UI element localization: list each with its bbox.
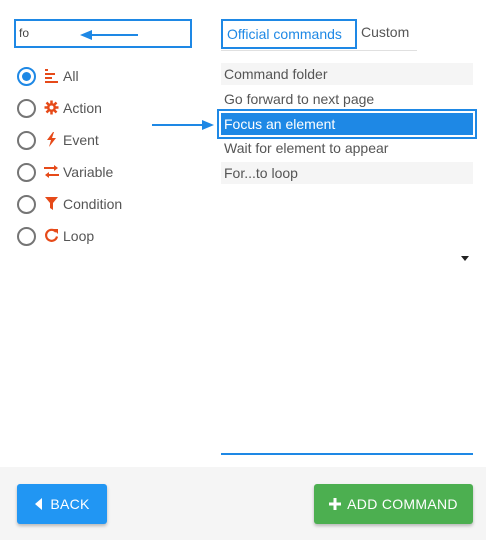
filter-label-loop: Loop (63, 228, 95, 244)
back-button-label: BACK (50, 496, 90, 512)
filter-label-all: All (63, 68, 79, 84)
command-item-focus-element[interactable]: Focus an element (217, 109, 477, 139)
plus-icon (329, 498, 342, 510)
dropdown-caret-icon[interactable] (461, 256, 469, 261)
add-command-button[interactable]: ADD COMMAND (314, 484, 473, 524)
filter-icon (45, 197, 58, 210)
radio-variable[interactable] (17, 163, 36, 182)
add-command-button-label: ADD COMMAND (347, 496, 458, 512)
filter-label-condition: Condition (63, 196, 123, 212)
gear-icon (44, 100, 59, 115)
tab-official-label: Official commands (227, 26, 342, 42)
tab-custom[interactable]: Custom (361, 24, 409, 40)
filter-item-condition[interactable]: Condition (17, 193, 187, 215)
filter-item-action[interactable]: Action (17, 97, 187, 119)
command-item-for-to-loop[interactable]: For...to loop (221, 162, 473, 184)
list-icon (45, 69, 58, 83)
filter-label-event: Event (63, 132, 99, 148)
command-item-wait-for-element[interactable]: Wait for element to appear (221, 137, 473, 159)
command-item-go-forward[interactable]: Go forward to next page (221, 88, 473, 110)
filter-item-loop[interactable]: Loop (17, 225, 187, 247)
swap-arrows-icon (44, 165, 59, 178)
caret-left-icon (35, 498, 43, 510)
back-button[interactable]: BACK (17, 484, 107, 524)
tab-official-commands[interactable]: Official commands (221, 19, 357, 49)
lightning-icon (47, 132, 56, 147)
tabs-divider (221, 50, 417, 51)
arrow-left-annotation-icon (80, 30, 138, 40)
radio-loop[interactable] (17, 227, 36, 246)
command-item-command-folder[interactable]: Command folder (221, 63, 473, 85)
radio-event[interactable] (17, 131, 36, 150)
radio-action[interactable] (17, 99, 36, 118)
refresh-icon (45, 228, 59, 242)
filter-item-variable[interactable]: Variable (17, 161, 187, 183)
filter-label-variable: Variable (63, 164, 114, 180)
filter-item-all[interactable]: All (17, 65, 187, 87)
filter-item-event[interactable]: Event (17, 129, 187, 151)
radio-all[interactable] (17, 67, 36, 86)
filter-label-action: Action (63, 100, 102, 116)
radio-condition[interactable] (17, 195, 36, 214)
command-list-bottom-border (221, 453, 473, 455)
